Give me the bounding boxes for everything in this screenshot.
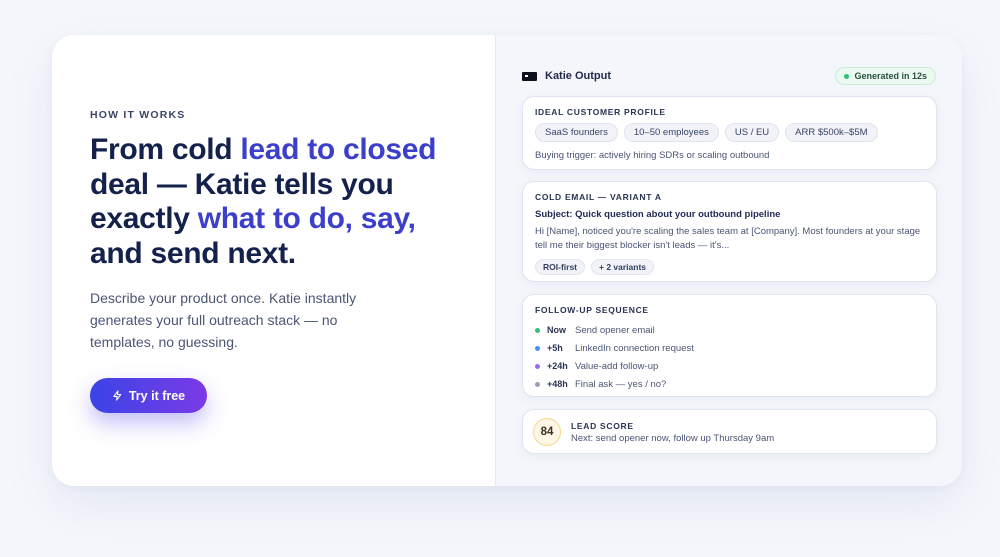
step-time: +5h (547, 343, 563, 353)
status-dot-icon (844, 73, 850, 79)
follow-up-label: FOLLOW-UP SEQUENCE (535, 305, 649, 315)
terminal-icon (522, 71, 537, 81)
katie-output-panel: Katie Output Generated in 12s IDEAL CUST… (495, 35, 962, 486)
icp-card: IDEAL CUSTOMER PROFILE SaaS founders 10–… (522, 96, 937, 170)
lead-next-action: Next: send opener now, follow up Thursda… (571, 432, 775, 444)
step-dot-icon (535, 381, 540, 387)
headline-accent-2: what to do, say, (197, 202, 416, 235)
step-dot-icon (535, 327, 540, 333)
output-title: Katie Output (522, 70, 611, 82)
buying-trigger: Buying trigger: actively hiring SDRs or … (535, 150, 770, 161)
output-title-text: Katie Output (545, 70, 611, 82)
generated-badge-text: Generated in 12s (854, 71, 927, 81)
step-time: +48h (547, 379, 568, 389)
hero-subtext: Describe your product once. Katie instan… (90, 290, 357, 350)
lightning-icon (113, 390, 122, 401)
icp-chips: SaaS founders 10–50 employees US / EU AR… (535, 123, 924, 142)
hero-section: HOW IT WORKS From cold lead to closed de… (52, 35, 495, 486)
generated-badge: Generated in 12s (835, 67, 936, 85)
headline-part-3: and send next. (90, 236, 296, 270)
lead-score-label: LEAD SCORE (571, 420, 634, 431)
lead-score-row: 84 LEAD SCORE Next: send opener now, fol… (533, 418, 926, 446)
lead-score-card: 84 LEAD SCORE Next: send opener now, fol… (522, 409, 937, 454)
email-tags: ROI-first + 2 variants (535, 259, 924, 275)
cta-label: Try it free (128, 388, 186, 403)
email-tag: ROI-first (535, 259, 585, 275)
step-dot-icon (535, 363, 540, 369)
headline: From cold lead to closed deal — Katie te… (90, 133, 470, 271)
sequence-step: Now Send opener email (535, 321, 924, 339)
step-text: Value-add follow-up (575, 360, 659, 372)
follow-up-sequence: Now Send opener email +5h LinkedIn conne… (535, 321, 924, 393)
try-it-free-button[interactable]: Try it free (90, 378, 207, 413)
headline-accent-1: lead to closed (240, 133, 437, 166)
eyebrow-label: HOW IT WORKS (90, 109, 186, 121)
lead-score-info: LEAD SCORE Next: send opener now, follow… (571, 421, 774, 444)
cold-email-label: COLD EMAIL — VARIANT A (535, 192, 662, 202)
step-time: +24h (547, 361, 568, 371)
email-tag: + 2 variants (591, 259, 655, 275)
step-time: Now (547, 325, 566, 335)
icp-label: IDEAL CUSTOMER PROFILE (535, 107, 666, 117)
email-body: Hi [Name], noticed you're scaling the sa… (535, 226, 921, 251)
output-header: Katie Output Generated in 12s (522, 67, 936, 85)
sequence-step: +24h Value-add follow-up (535, 357, 924, 375)
headline-part-1: From cold (90, 133, 241, 166)
step-text: Send opener email (575, 324, 655, 336)
how-it-works-card: HOW IT WORKS From cold lead to closed de… (52, 35, 962, 486)
icp-chip: US / EU (724, 123, 780, 142)
lead-score-value: 84 (533, 418, 561, 446)
icp-chip: 10–50 employees (623, 123, 719, 142)
sequence-step: +5h LinkedIn connection request (535, 339, 924, 357)
sequence-step: +48h Final ask — yes / no? (535, 375, 924, 393)
email-subject: Subject: Quick question about your outbo… (535, 209, 781, 220)
step-text: LinkedIn connection request (575, 342, 694, 354)
step-text: Final ask — yes / no? (575, 378, 667, 390)
follow-up-card: FOLLOW-UP SEQUENCE Now Send opener email… (522, 294, 937, 397)
cold-email-card: COLD EMAIL — VARIANT A Subject: Quick qu… (522, 181, 937, 282)
step-dot-icon (535, 345, 540, 351)
icp-chip: ARR $500k–$5M (785, 123, 878, 142)
icp-chip: SaaS founders (535, 123, 618, 142)
